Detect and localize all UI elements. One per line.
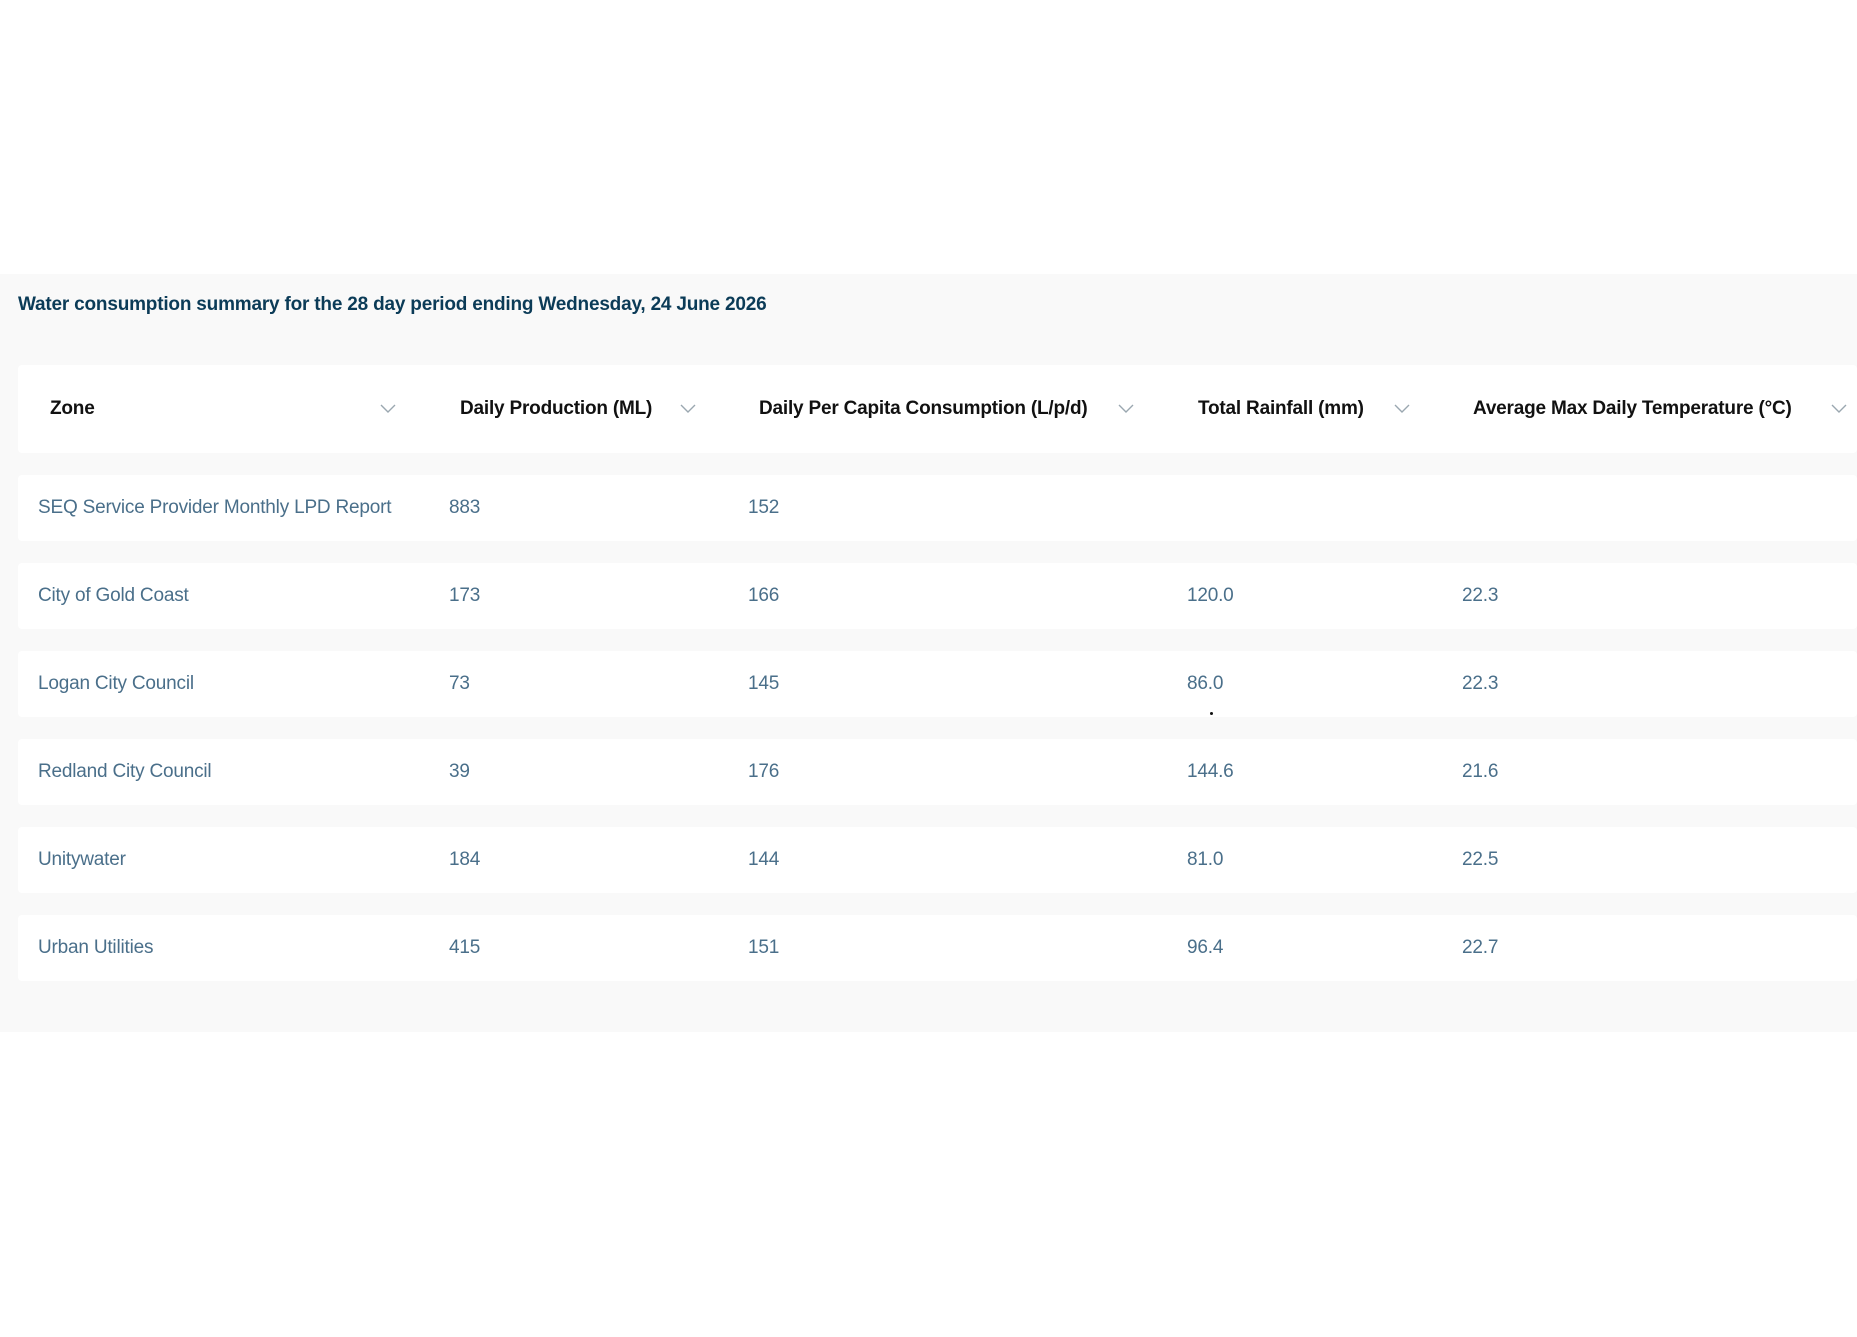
table-row: Redland City Council 39 176 144.6 21.6 [18, 739, 1857, 805]
cell-temperature: 22.7 [1462, 937, 1499, 958]
cell-zone: City of Gold Coast [38, 585, 189, 606]
column-header-zone[interactable]: Zone [50, 365, 95, 453]
cell-temperature: 21.6 [1462, 761, 1499, 782]
cell-rainfall: 86.0 [1187, 673, 1224, 694]
column-header-temperature[interactable]: Average Max Daily Temperature (°C) [1473, 365, 1792, 453]
column-header-rainfall[interactable]: Total Rainfall (mm) [1198, 365, 1364, 453]
column-header-label: Zone [50, 398, 95, 419]
cell-per-capita: 144 [748, 849, 780, 870]
table-row: City of Gold Coast 173 166 120.0 22.3 [18, 563, 1857, 629]
cell-rainfall: 144.6 [1187, 761, 1234, 782]
table-row: Unitywater 184 144 81.0 22.5 [18, 827, 1857, 893]
chevron-down-icon[interactable] [1825, 395, 1853, 423]
cursor-dot [1210, 712, 1213, 715]
table-row: SEQ Service Provider Monthly LPD Report … [18, 475, 1857, 541]
chevron-down-icon[interactable] [1112, 395, 1140, 423]
cell-production: 173 [449, 585, 481, 606]
cell-zone: Unitywater [38, 849, 126, 870]
summary-title: Water consumption summary for the 28 day… [18, 294, 767, 315]
cell-temperature: 22.3 [1462, 585, 1499, 606]
cell-production: 883 [449, 497, 481, 518]
column-header-daily-production[interactable]: Daily Production (ML) [460, 365, 652, 453]
cell-per-capita: 176 [748, 761, 780, 782]
table-header: Zone Daily Production (ML) Daily Per Cap… [18, 365, 1857, 453]
cell-rainfall: 81.0 [1187, 849, 1224, 870]
cell-zone: Redland City Council [38, 761, 212, 782]
table-row: Urban Utilities 415 151 96.4 22.7 [18, 915, 1857, 981]
column-header-label: Average Max Daily Temperature (°C) [1473, 398, 1792, 419]
cell-rainfall: 120.0 [1187, 585, 1234, 606]
cell-temperature: 22.3 [1462, 673, 1499, 694]
chevron-down-icon[interactable] [374, 395, 402, 423]
cell-production: 415 [449, 937, 481, 958]
cell-zone: Logan City Council [38, 673, 194, 694]
cell-zone: SEQ Service Provider Monthly LPD Report [38, 497, 392, 518]
chevron-down-icon[interactable] [1388, 395, 1416, 423]
cell-rainfall: 96.4 [1187, 937, 1224, 958]
cell-zone: Urban Utilities [38, 937, 154, 958]
chevron-down-icon[interactable] [674, 395, 702, 423]
table-row: Logan City Council 73 145 86.0 22.3 [18, 651, 1857, 717]
cell-production: 73 [449, 673, 470, 694]
cell-production: 39 [449, 761, 470, 782]
cell-temperature: 22.5 [1462, 849, 1499, 870]
cell-per-capita: 166 [748, 585, 780, 606]
cell-production: 184 [449, 849, 481, 870]
column-header-label: Daily Per Capita Consumption (L/p/d) [759, 398, 1088, 419]
column-header-per-capita[interactable]: Daily Per Capita Consumption (L/p/d) [759, 365, 1088, 453]
column-header-label: Daily Production (ML) [460, 398, 653, 419]
cell-per-capita: 151 [748, 937, 780, 958]
column-header-label: Total Rainfall (mm) [1198, 398, 1364, 419]
cell-per-capita: 152 [748, 497, 780, 518]
cell-per-capita: 145 [748, 673, 780, 694]
